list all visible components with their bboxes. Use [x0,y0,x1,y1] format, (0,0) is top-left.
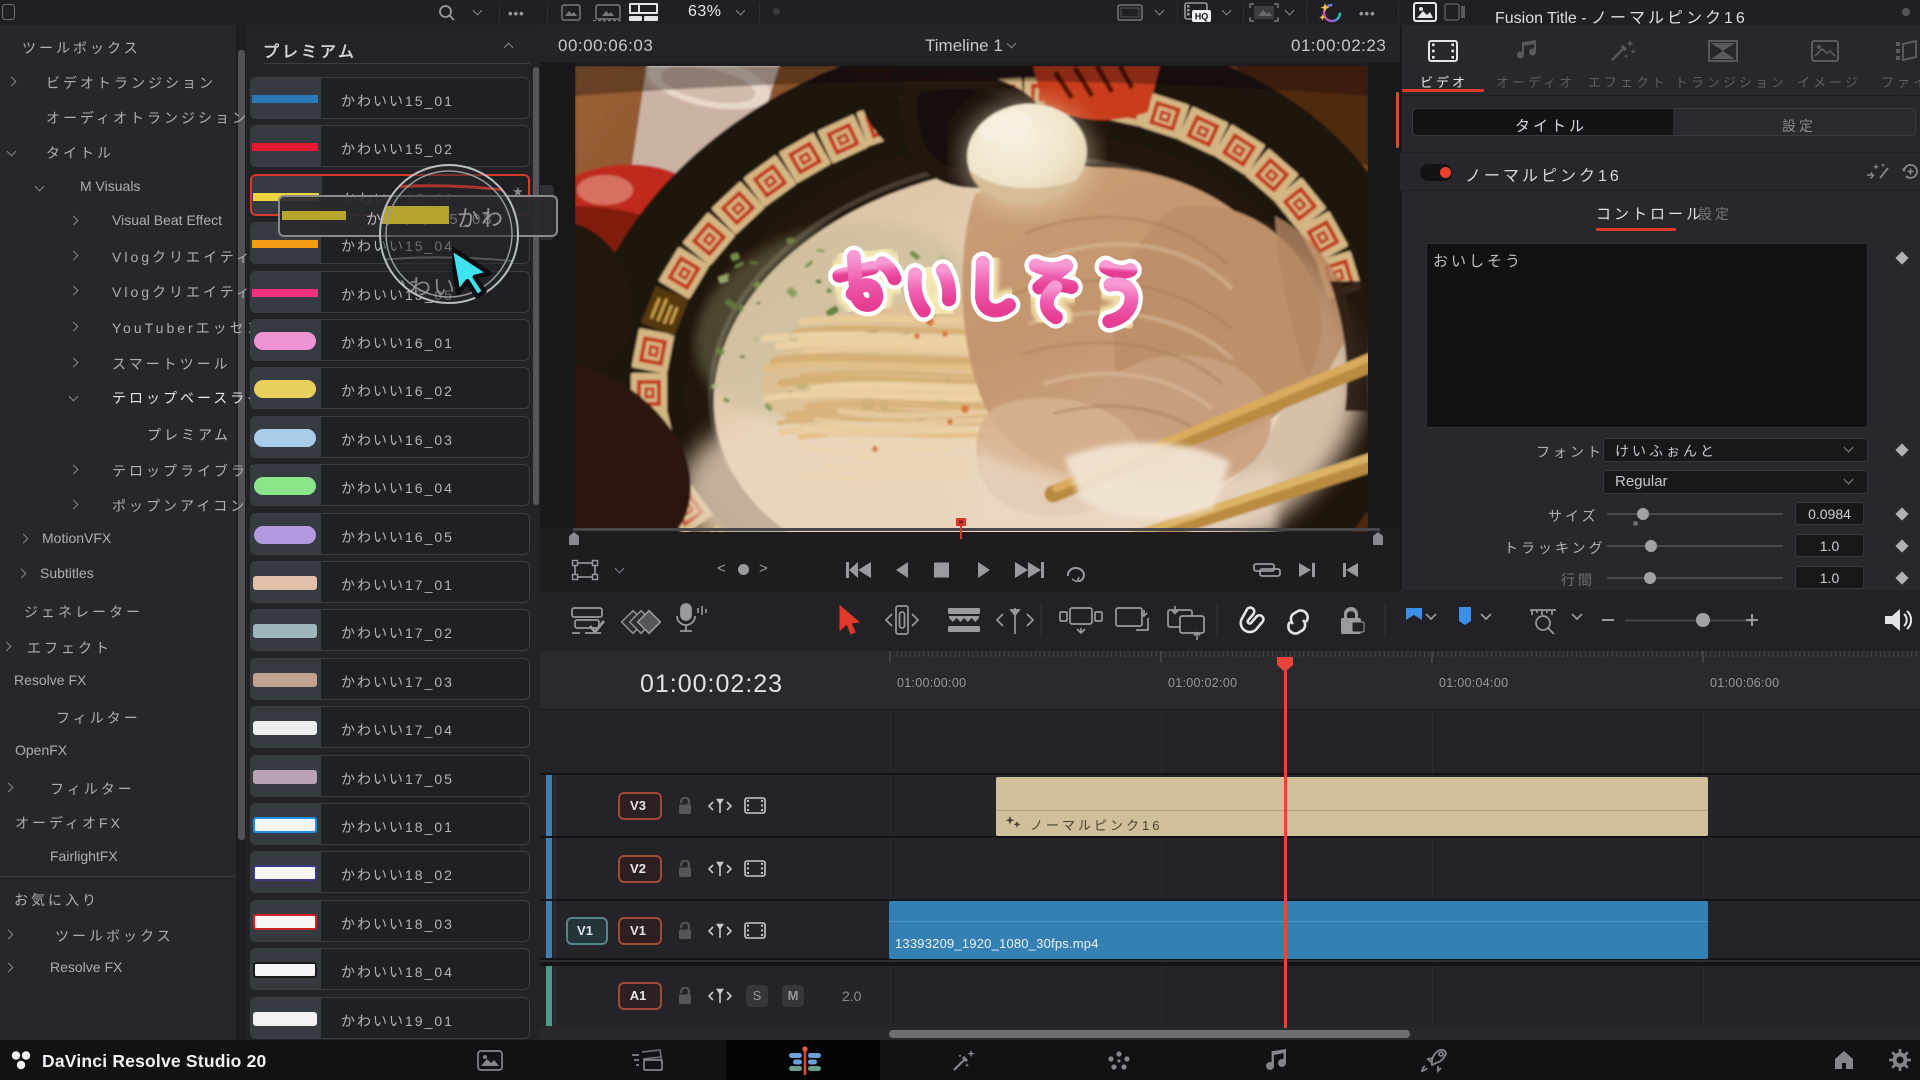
svg-text:01:00:00:00: 01:00:00:00 [897,676,966,690]
svg-text:HQ: HQ [1195,12,1209,22]
svg-text:かわ: かわ [457,206,505,231]
svg-text:01:00:06:00: 01:00:06:00 [1710,676,1779,690]
svg-text:01:00:04:00: 01:00:04:00 [1439,676,1508,690]
svg-text:01:00:02:00: 01:00:02:00 [1168,676,1237,690]
